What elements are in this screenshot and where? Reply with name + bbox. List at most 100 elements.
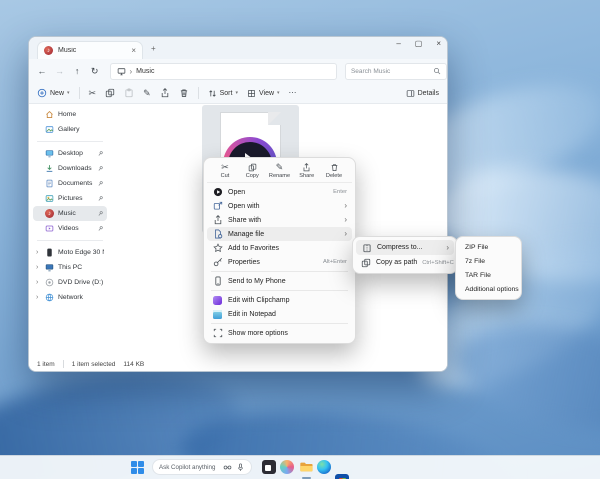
item-count: 1 item (37, 361, 55, 368)
share-button[interactable] (160, 88, 170, 98)
edge-button[interactable] (317, 460, 331, 474)
file-explorer-button[interactable] (299, 460, 313, 474)
sort-button[interactable]: Sort ▾ (208, 89, 238, 98)
sort-label: Sort (220, 90, 233, 97)
new-label: New (50, 90, 64, 97)
expand-chevron-icon[interactable]: › (36, 249, 41, 256)
rename-quick-button[interactable]: ✎ Rename (268, 163, 292, 179)
downloads-icon (45, 164, 54, 173)
copy-button[interactable] (105, 88, 115, 98)
menu-item-zip-file[interactable]: ZIP File (459, 240, 518, 254)
details-label: Details (418, 90, 439, 97)
taskbar: Ask Copilot anything (0, 455, 600, 479)
details-button[interactable]: Details (406, 89, 439, 98)
paste-button[interactable] (124, 88, 134, 98)
phone-icon (45, 248, 54, 257)
close-button[interactable]: × (436, 40, 441, 48)
menu-item-send-to-my-phone[interactable]: Send to My Phone (207, 274, 352, 288)
sidebar-item-gallery[interactable]: Gallery (33, 122, 107, 137)
chevron-down-icon: ▾ (235, 90, 238, 96)
cut-icon: ✂ (221, 163, 229, 172)
cut-quick-button[interactable]: ✂ Cut (213, 163, 237, 179)
copilot-button[interactable] (280, 460, 294, 474)
search-input[interactable]: Search Music (345, 63, 447, 80)
start-button[interactable] (131, 461, 144, 474)
sidebar-item-videos[interactable]: Videos (33, 221, 107, 236)
expand-chevron-icon[interactable]: › (36, 279, 41, 286)
delete-quick-button[interactable]: Delete (322, 163, 346, 179)
expand-chevron-icon[interactable]: › (36, 294, 41, 301)
share-with-icon (213, 215, 223, 225)
sidebar-item-dvd-drive[interactable]: › DVD Drive (D:) CCC (33, 275, 107, 290)
sidebar-item-pictures[interactable]: Pictures (33, 191, 107, 206)
selected-size: 114 KB (123, 361, 144, 368)
store-button[interactable] (335, 474, 349, 479)
disc-icon (45, 278, 54, 287)
send-phone-icon (213, 276, 223, 286)
submenu-chevron-icon: › (446, 244, 449, 252)
manage-file-icon (213, 229, 223, 239)
sidebar-item-network[interactable]: › Network (33, 290, 107, 305)
more-options-button[interactable]: ⋯ (289, 89, 297, 97)
microphone-icon[interactable] (236, 463, 245, 472)
new-tab-button[interactable]: + (151, 45, 156, 53)
menu-item-7z-file[interactable]: 7z File (459, 254, 518, 268)
rename-button[interactable]: ✎ (143, 89, 151, 98)
videos-icon (45, 224, 54, 233)
delete-icon (330, 163, 339, 172)
compress-to-submenu: ZIP File 7z File TAR File Additional opt… (455, 236, 522, 300)
menu-divider (211, 290, 348, 291)
refresh-button[interactable]: ↻ (86, 66, 104, 77)
tab-icon: ♪ (44, 46, 53, 55)
command-toolbar: New ▾ ✂ ✎ Sort ▾ View ▾ ⋯ (29, 83, 447, 104)
maximize-button[interactable]: ▢ (415, 40, 423, 48)
menu-item-open-with[interactable]: Open with › (207, 199, 352, 213)
sidebar-item-this-pc[interactable]: › This PC (33, 260, 107, 275)
new-button[interactable]: New ▾ (37, 88, 70, 98)
sidebar-item-downloads[interactable]: Downloads (33, 161, 107, 176)
sidebar-item-documents[interactable]: Documents (33, 176, 107, 191)
sidebar-divider (37, 240, 103, 241)
sidebar-item-music[interactable]: ♪ Music (33, 206, 107, 221)
view-button[interactable]: View ▾ (247, 89, 280, 98)
copy-quick-button[interactable]: Copy (240, 163, 264, 179)
share-quick-button[interactable]: Share (295, 163, 319, 179)
menu-item-share-with[interactable]: Share with › (207, 213, 352, 227)
menu-item-compress-to[interactable]: Compress to... › (356, 240, 454, 255)
monitor-icon (117, 67, 126, 76)
share-icon (302, 163, 311, 172)
delete-button[interactable] (179, 88, 189, 98)
sidebar-item-moto-edge[interactable]: › Moto Edge 30 Neo (33, 245, 107, 260)
menu-item-edit-with-clipchamp[interactable]: Edit with Clipchamp (207, 293, 352, 307)
search-icon (433, 67, 441, 75)
view-icon (247, 89, 256, 98)
menu-item-manage-file[interactable]: Manage file › (207, 227, 352, 241)
menu-item-show-more-options[interactable]: Show more options (207, 326, 352, 340)
forward-button[interactable]: → (51, 66, 69, 76)
tab-close-icon[interactable]: × (131, 47, 136, 55)
menu-item-properties[interactable]: Properties Alt+Enter (207, 255, 352, 269)
back-button[interactable]: ← (33, 66, 51, 76)
tab-bar: ♪ Music × + – ▢ × (29, 37, 447, 59)
expand-chevron-icon[interactable]: › (36, 264, 41, 271)
desktop: ♪ Music × + – ▢ × ← → ↑ ↻ › Music Searc (0, 0, 600, 479)
details-pane-icon (406, 89, 415, 98)
menu-item-tar-file[interactable]: TAR File (459, 268, 518, 282)
search-placeholder: Search Music (351, 68, 433, 75)
tab-music[interactable]: ♪ Music × (37, 41, 143, 59)
menu-item-additional-options[interactable]: Additional options (459, 282, 518, 296)
menu-item-open[interactable]: Open Enter (207, 185, 352, 199)
menu-item-add-to-favorites[interactable]: Add to Favorites (207, 241, 352, 255)
sidebar-item-desktop[interactable]: Desktop (33, 146, 107, 161)
task-view-button[interactable] (262, 460, 276, 474)
minimize-button[interactable]: – (396, 40, 400, 48)
menu-item-copy-as-path[interactable]: Copy as path Ctrl+Shift+C (356, 255, 454, 270)
taskbar-search[interactable]: Ask Copilot anything (152, 459, 252, 475)
folder-icon (299, 460, 313, 474)
manage-file-submenu: Compress to... › Copy as path Ctrl+Shift… (352, 236, 458, 274)
up-button[interactable]: ↑ (68, 66, 86, 76)
menu-item-edit-in-notepad[interactable]: Edit in Notepad (207, 307, 352, 321)
address-bar[interactable]: › Music (110, 63, 337, 80)
cut-button[interactable]: ✂ (89, 89, 97, 98)
sidebar-item-home[interactable]: Home (33, 107, 107, 122)
